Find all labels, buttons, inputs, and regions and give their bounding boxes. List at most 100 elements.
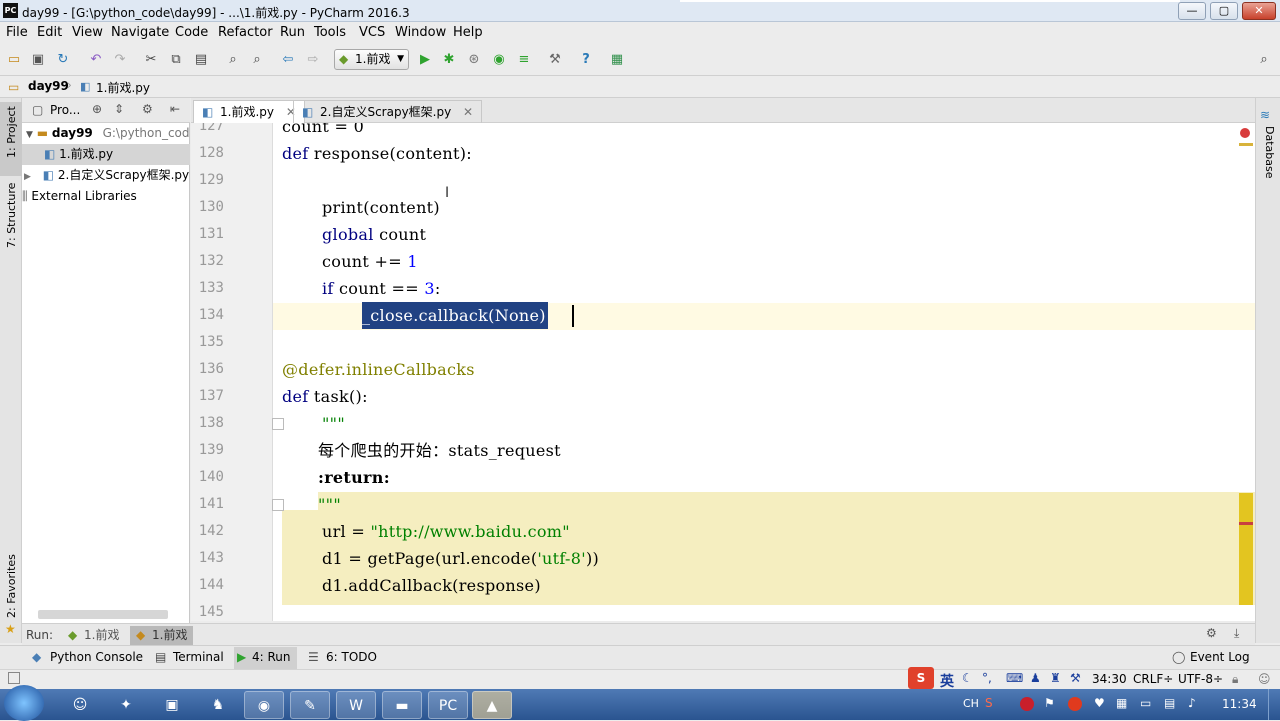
menu-run[interactable]: Run xyxy=(280,25,305,40)
close-tab-icon[interactable]: ✕ xyxy=(463,105,473,119)
tray-app-icon[interactable]: ▭ xyxy=(1140,696,1151,710)
redo-icon[interactable]: ↷ xyxy=(112,52,128,68)
tray-app-icon[interactable]: ⚑ xyxy=(1044,696,1055,710)
taskbar-clock[interactable]: 11:34 xyxy=(1222,697,1257,711)
save-icon[interactable]: ▣ xyxy=(30,52,46,68)
tray-app-icon[interactable] xyxy=(1068,697,1082,711)
cut-icon[interactable]: ✂ xyxy=(143,52,159,68)
tray-app-icon[interactable]: ▦ xyxy=(1116,696,1127,710)
replace-icon[interactable]: ⌕ xyxy=(249,52,265,68)
search-everywhere-icon[interactable]: ⌕ xyxy=(1256,52,1272,68)
tree-item-file-2[interactable]: ▶ ◧ 2.自定义Scrapy框架.py xyxy=(22,165,190,186)
find-icon[interactable]: ⌕ xyxy=(225,52,241,68)
moon-icon[interactable]: ☾ xyxy=(962,671,973,685)
ime-language[interactable]: 英 xyxy=(940,671,954,691)
code-editor[interactable]: 127 128 129 130 131 132 133 134 135 136 … xyxy=(191,123,1255,621)
todo-button[interactable]: ☰ 6: TODO xyxy=(308,650,377,664)
menu-file[interactable]: File xyxy=(6,25,28,40)
minimize-button[interactable]: — xyxy=(1178,2,1206,20)
sogou-ime-icon[interactable]: S xyxy=(908,667,934,689)
help-icon[interactable]: ? xyxy=(578,52,594,68)
network-icon[interactable]: ▤ xyxy=(1164,696,1175,710)
menu-window[interactable]: Window xyxy=(395,25,446,40)
gear-icon[interactable]: ⚙ xyxy=(1206,626,1217,640)
inspector-icon[interactable]: ☺ xyxy=(1258,672,1271,686)
coverage-icon[interactable]: ⊛ xyxy=(466,52,482,68)
close-button[interactable]: ✕ xyxy=(1242,2,1276,20)
menu-help[interactable]: Help xyxy=(453,25,483,40)
wrench-icon[interactable]: ⚒ xyxy=(1070,671,1081,685)
skin-icon[interactable]: ♜ xyxy=(1050,671,1061,685)
menu-edit[interactable]: Edit xyxy=(37,25,62,40)
input-language[interactable]: CH xyxy=(963,697,979,710)
recorder-taskbar-icon[interactable]: ▲ xyxy=(472,691,512,719)
fold-marker-icon[interactable] xyxy=(272,499,284,511)
run-tab-active[interactable]: ◆ 1.前戏 xyxy=(130,626,194,645)
horizontal-scrollbar[interactable] xyxy=(38,610,168,619)
tool-windows-toggle-icon[interactable] xyxy=(8,672,20,684)
run-tool-button[interactable]: ▶ 4: Run xyxy=(234,647,297,669)
menu-vcs[interactable]: VCS xyxy=(359,25,385,40)
punctuation-icon[interactable]: °, xyxy=(982,671,992,685)
gear-icon[interactable]: ⚙ xyxy=(142,102,153,116)
open-folder-icon[interactable]: ▭ xyxy=(6,52,22,68)
chrome-taskbar-icon[interactable]: ◉ xyxy=(244,691,284,719)
error-indicator-icon[interactable] xyxy=(1240,128,1250,138)
menu-code[interactable]: Code xyxy=(175,25,208,40)
keyboard-icon[interactable]: ⌨ xyxy=(1006,671,1023,685)
breadcrumb-project[interactable]: day99 xyxy=(28,79,69,93)
back-icon[interactable]: ⇦ xyxy=(280,52,296,68)
lock-icon[interactable]: 🔒︎ xyxy=(1232,672,1238,687)
warning-marker[interactable] xyxy=(1239,143,1253,146)
fold-marker-icon[interactable] xyxy=(272,418,284,430)
profile-icon[interactable]: ◉ xyxy=(491,52,507,68)
breadcrumb-file[interactable]: 1.前戏.py xyxy=(96,79,150,96)
user-icon[interactable]: ♟ xyxy=(1030,671,1041,685)
hide-icon[interactable]: ⤓ xyxy=(1234,626,1239,641)
taskbar-app-icon[interactable]: ♞ xyxy=(198,691,238,719)
run-configuration-select[interactable]: ◆ 1.前戏 ▼ xyxy=(334,49,409,70)
run-tab[interactable]: ◆ 1.前戏 xyxy=(62,626,125,645)
project-tool-tab[interactable]: 1: Project xyxy=(5,106,18,158)
tab-2-custom-scrapy[interactable]: ◧ 2.自定义Scrapy框架.py ✕ xyxy=(293,100,483,123)
explorer-taskbar-icon[interactable]: ▬ xyxy=(382,691,422,719)
forward-icon[interactable]: ⇨ xyxy=(305,52,321,68)
collapse-icon[interactable]: ⇕ xyxy=(114,102,124,116)
sync-icon[interactable]: ↻ xyxy=(55,52,71,68)
maximize-button[interactable]: ▢ xyxy=(1210,2,1238,20)
locate-icon[interactable]: ⊕ xyxy=(92,102,102,116)
structure-tool-tab[interactable]: 7: Structure xyxy=(5,183,18,248)
tray-app-icon[interactable]: ♥ xyxy=(1094,696,1105,710)
line-separator[interactable]: CRLF÷ xyxy=(1133,672,1173,686)
taskbar-app-icon[interactable]: ☺ xyxy=(60,691,100,719)
menu-refactor[interactable]: Refactor xyxy=(218,25,273,40)
word-taskbar-icon[interactable]: W xyxy=(336,691,376,719)
project-view-dropdown[interactable]: Pro... xyxy=(50,103,80,117)
paste-icon[interactable]: ▤ xyxy=(193,52,209,68)
show-desktop-button[interactable] xyxy=(1268,689,1280,720)
taskbar-app-icon[interactable]: ✦ xyxy=(106,691,146,719)
selected-code[interactable]: _close.callback(None) xyxy=(362,302,548,329)
settings-wrench-icon[interactable]: ⚒ xyxy=(547,52,563,68)
database-tool-tab[interactable]: Database xyxy=(1263,126,1276,179)
caret-position[interactable]: 34:30 xyxy=(1092,672,1127,686)
taskbar-app-icon[interactable]: ▣ xyxy=(152,691,192,719)
tree-item-external-libraries[interactable]: ⫼ External Libraries xyxy=(22,186,190,207)
run-icon[interactable]: ▶ xyxy=(417,52,433,68)
volume-icon[interactable]: ♪ xyxy=(1188,696,1196,710)
file-encoding[interactable]: UTF-8÷ xyxy=(1178,672,1223,686)
undo-icon[interactable]: ↶ xyxy=(88,52,104,68)
error-stripe-marker[interactable] xyxy=(1239,522,1253,525)
menu-tools[interactable]: Tools xyxy=(314,25,346,40)
menu-navigate[interactable]: Navigate xyxy=(111,25,169,40)
scrollbar-thumb[interactable] xyxy=(1239,493,1253,605)
start-button[interactable] xyxy=(4,685,44,721)
tree-item-project[interactable]: ▼ ▬ day99 G:\python_code\d xyxy=(22,123,190,144)
debug-icon[interactable]: ✱ xyxy=(441,52,457,68)
python-console-button[interactable]: ◆ Python Console xyxy=(32,650,143,664)
copy-icon[interactable]: ⧉ xyxy=(168,52,184,68)
vcs-icon[interactable]: ▦ xyxy=(609,52,625,68)
sogou-tray-icon[interactable]: S xyxy=(985,696,993,710)
tab-1-qianxi[interactable]: ◧ 1.前戏.py ✕ xyxy=(193,100,305,123)
notepad-taskbar-icon[interactable]: ✎ xyxy=(290,691,330,719)
